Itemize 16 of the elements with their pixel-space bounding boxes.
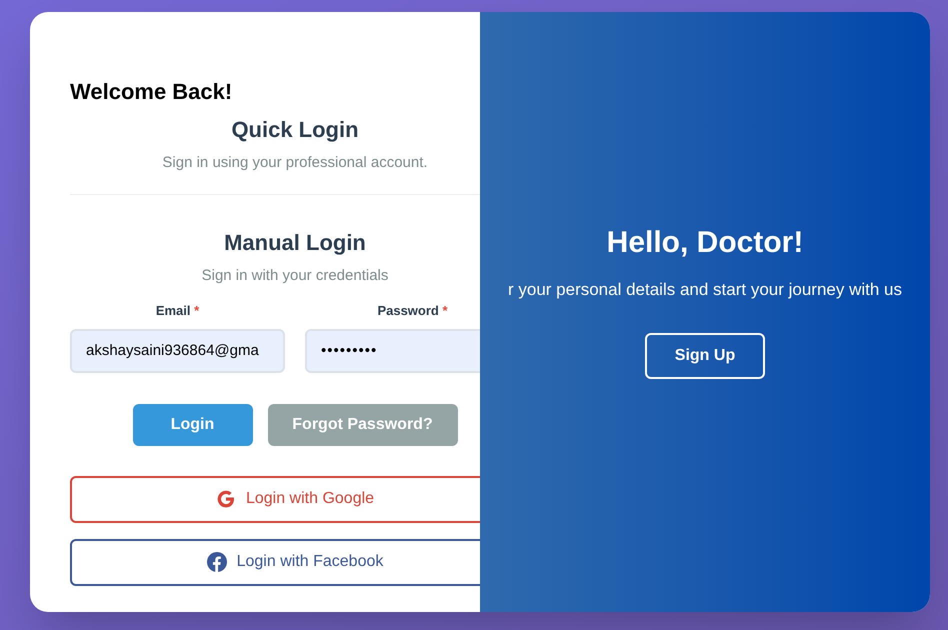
google-icon: [216, 489, 236, 509]
panel-title: Hello, Doctor!: [606, 225, 804, 262]
google-login-button[interactable]: Login with Google: [70, 476, 480, 522]
password-field[interactable]: •••••••••: [305, 328, 480, 372]
welcome-heading: Welcome Back!: [70, 78, 234, 106]
field-label: Email *: [156, 302, 200, 320]
manual-login-title: Manual Login: [223, 228, 367, 256]
manual-login-subtitle: Sign in with your credentials: [200, 266, 390, 286]
field-label: Password *: [377, 302, 448, 320]
facebook-icon: [206, 552, 227, 572]
facebook-login-button[interactable]: Login with Facebook: [70, 538, 480, 586]
quick-login-title: Quick Login: [230, 116, 360, 144]
email-field[interactable]: akshaysaini936864@gma: [70, 328, 285, 372]
sign-up-button[interactable]: Sign Up: [645, 332, 765, 379]
panel-text: r your personal details and start your journey with us: [508, 279, 902, 302]
quick-login-subtitle: Sign in using your professional account.: [161, 153, 429, 173]
